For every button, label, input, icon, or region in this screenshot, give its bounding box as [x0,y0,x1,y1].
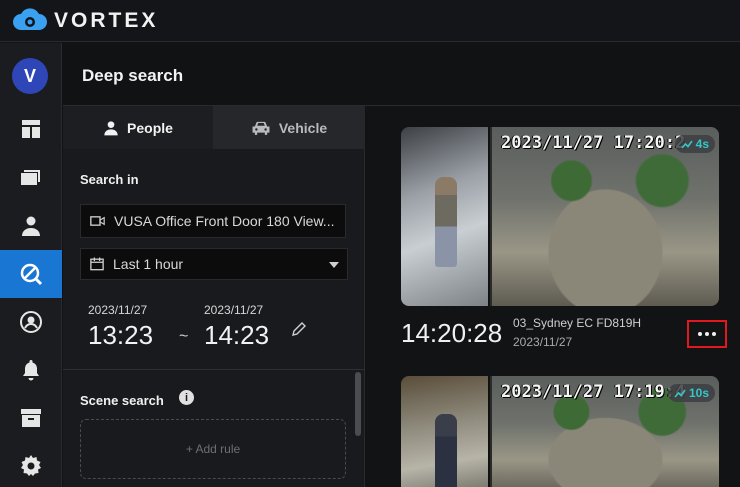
section-divider [63,369,365,370]
dashboard-icon [22,120,40,138]
person-figure [435,414,457,487]
brand-name: VORTEX [54,8,159,32]
result-date: 2023/11/27 [513,335,573,349]
duration-value: 4s [695,137,709,151]
scene-search-label: Scene search [80,393,164,408]
nav-archive[interactable] [0,394,62,442]
search-panel: People Vehicle Search in VUSA Office Fro… [63,106,365,487]
nav-account[interactable] [0,298,62,346]
camera-select-value: VUSA Office Front Door 180 View... [114,213,335,229]
gear-icon [21,455,41,476]
trend-icon [681,140,693,149]
calendar-icon [90,257,104,271]
result-time: 14:20:28 [401,318,503,348]
range-separator: ~ [179,328,189,345]
tab-people-label: People [127,119,173,136]
result-thumbnail[interactable]: 2023/11/27 17:19:4 10s [401,376,719,487]
start-time[interactable]: 13:23 [88,320,153,351]
left-navigation: V [0,43,62,487]
person-crop-image [401,376,490,487]
result-camera: 03_Sydney EC FD819H [513,316,642,330]
tab-vehicle[interactable]: Vehicle [213,106,365,149]
nav-notifications[interactable] [0,346,62,394]
time-range-value: Last 1 hour [113,256,184,272]
duration-badge: 4s [674,135,715,153]
start-date[interactable]: 2023/11/27 [88,303,147,317]
person-crop-image [401,127,490,306]
overlay-timestamp: 2023/11/27 17:20:2 [501,133,686,153]
cameras-icon [21,170,40,185]
panel-scrollbar[interactable] [355,372,361,436]
more-options-button[interactable] [687,320,727,348]
camera-select[interactable]: VUSA Office Front Door 180 View... [80,204,346,238]
user-avatar[interactable]: V [12,58,48,94]
overlay-timestamp: 2023/11/27 17:19:4 [501,382,686,402]
nav-settings[interactable] [0,442,62,487]
add-rule-button[interactable]: + Add rule [80,419,346,479]
duration-value: 10s [688,386,709,400]
search-in-label: Search in [80,172,139,187]
vortex-logo-icon [12,6,48,36]
account-icon [20,311,42,333]
trend-icon [674,389,686,398]
bell-icon [23,360,39,381]
nav-people[interactable] [0,202,62,250]
chevron-down-icon [329,262,339,268]
person-icon [104,120,118,135]
deep-search-icon [20,263,43,286]
end-date[interactable]: 2023/11/27 [204,303,263,317]
tab-people[interactable]: People [63,106,213,149]
camera-icon [90,216,105,226]
top-bar: VORTEX [0,0,740,42]
dot-icon [712,332,716,336]
pencil-icon[interactable] [291,321,307,337]
nav-cameras[interactable] [0,154,62,202]
tab-vehicle-label: Vehicle [278,119,328,136]
car-icon [252,121,270,135]
nav-dashboard[interactable] [0,105,62,153]
results-list: 2023/11/27 17:20:2 4s 14:20:28 03_Sydney… [366,106,740,487]
dot-icon [705,332,709,336]
archive-icon [21,409,41,427]
nav-deep-search[interactable] [0,250,62,298]
page-title: Deep search [82,66,184,85]
person-icon [22,216,40,236]
time-range-dropdown[interactable]: Last 1 hour [80,248,348,280]
dot-icon [698,332,702,336]
result-thumbnail[interactable]: 2023/11/27 17:20:2 4s [401,127,719,306]
end-time[interactable]: 14:23 [204,320,269,351]
person-figure [435,177,457,267]
info-icon[interactable]: i [179,390,194,405]
duration-badge: 10s [667,384,715,402]
scene-snapshot-image [492,127,719,306]
